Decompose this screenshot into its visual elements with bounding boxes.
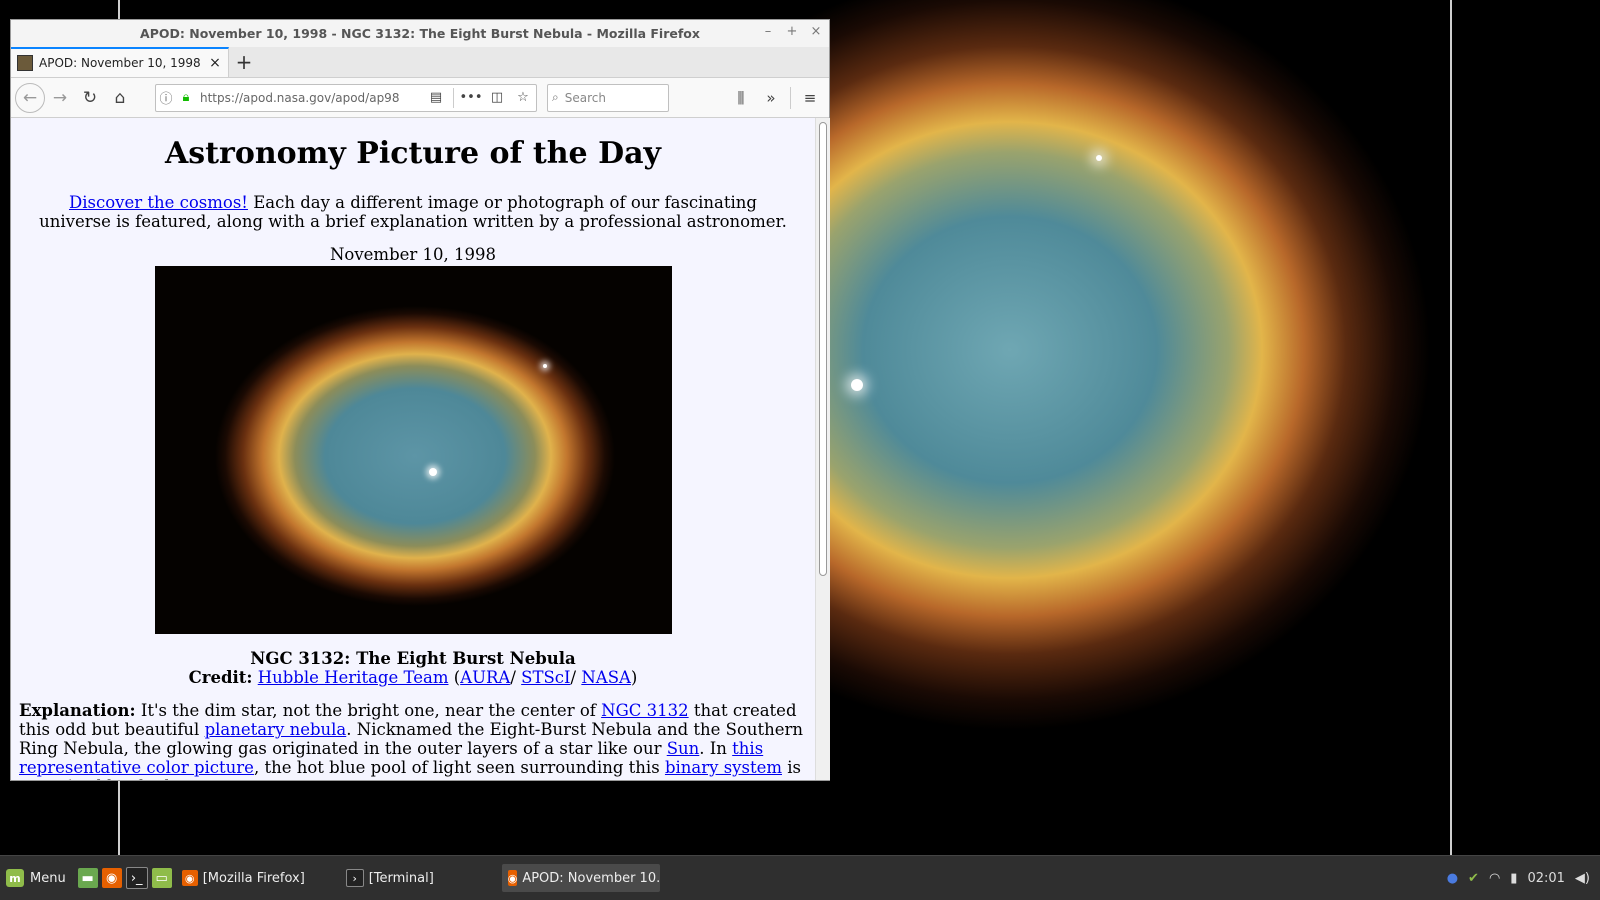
apod-date: November 10, 1998 [329, 245, 497, 264]
apod-favicon-icon [17, 55, 33, 71]
credit-label: Credit: [188, 668, 253, 687]
task-label-firefox: [Mozilla Firefox] [202, 870, 305, 886]
explanation-text-5: , the hot blue pool of light seen surrou… [253, 758, 665, 777]
firefox-launcher-icon[interactable]: ◉ [101, 868, 122, 888]
tab-apod[interactable]: APOD: November 10, 1998 - N × [11, 47, 229, 77]
library-icon[interactable]: ⫼ [726, 83, 756, 113]
credit-link-aura[interactable]: AURA [460, 668, 510, 687]
credit-open-paren: ( [448, 668, 461, 687]
firefox-task-icon: ◉ [181, 870, 198, 886]
overflow-chevron-icon[interactable]: » [756, 83, 786, 113]
explanation-paragraph: Explanation: It's the dim star, not the … [19, 701, 807, 780]
files-launcher-icon[interactable]: ▭ [151, 868, 172, 888]
tab-title: APOD: November 10, 1998 - N [39, 56, 204, 70]
image-small-star [542, 364, 547, 368]
credit-link-hubble[interactable]: Hubble Heritage Team [258, 668, 449, 687]
credit-close-paren: ) [630, 668, 638, 687]
wallpaper-divider-right [1450, 0, 1452, 873]
explanation-text-1: It's the dim star, not the bright one, n… [135, 701, 602, 720]
firefox-window: APOD: November 10, 1998 - NGC 3132: The … [10, 19, 830, 781]
wallpaper-small-star [1096, 155, 1102, 161]
forward-arrow-icon[interactable]: → [45, 83, 75, 113]
page-heading: Astronomy Picture of the Day [165, 136, 661, 171]
ngc3132-link[interactable]: NGC 3132 [601, 701, 688, 720]
wifi-icon[interactable]: ◠ [1489, 871, 1500, 886]
navigation-toolbar: ← → ↻ ⌂ ⓘ 🔒︎ https://apod.nasa.gov/apod/… [11, 78, 829, 118]
clock[interactable]: 02:01 [1527, 871, 1564, 886]
back-arrow-icon[interactable]: ← [15, 82, 45, 113]
credit-separator-1: / [510, 668, 522, 687]
volume-icon[interactable]: ◀) [1575, 871, 1590, 886]
more-actions-icon[interactable]: ••• [458, 90, 484, 105]
window-title: APOD: November 10, 1998 - NGC 3132: The … [140, 26, 700, 41]
nasa-tray-icon[interactable]: ● [1447, 871, 1458, 886]
credit-link-nasa[interactable]: NASA [581, 668, 631, 687]
discover-cosmos-link[interactable]: Discover the cosmos! [69, 193, 248, 212]
url-separator [453, 87, 454, 108]
maximize-button[interactable]: + [785, 24, 799, 40]
reload-icon[interactable]: ↻ [75, 83, 105, 113]
taskbar-task-terminal[interactable]: › [Terminal] [340, 864, 498, 892]
new-tab-button[interactable]: + [229, 47, 259, 77]
bookmark-star-icon[interactable]: ☆ [510, 90, 536, 105]
window-controls: – + × [761, 24, 823, 40]
image-title: NGC 3132: The Eight Burst Nebula [250, 649, 576, 668]
tab-close-icon[interactable]: × [208, 55, 222, 71]
nebula-image[interactable] [154, 266, 672, 634]
binary-system-link[interactable]: binary system [665, 758, 782, 777]
taskbar-task-apod[interactable]: ◉ APOD: November 10... [501, 864, 660, 892]
explanation-label: Explanation: [19, 701, 136, 720]
task-label-terminal: [Terminal] [368, 870, 434, 886]
mint-logo-icon: m [6, 869, 24, 887]
window-titlebar[interactable]: APOD: November 10, 1998 - NGC 3132: The … [11, 20, 829, 47]
start-menu-button[interactable]: m Menu [0, 856, 72, 900]
terminal-launcher-icon[interactable]: ›_ [125, 867, 148, 889]
home-icon[interactable]: ⌂ [105, 83, 135, 113]
lock-icon[interactable]: 🔒︎ [176, 90, 196, 105]
taskbar-task-firefox[interactable]: ◉ [Mozilla Firefox] [176, 864, 336, 892]
page-content[interactable]: Astronomy Picture of the Day Discover th… [11, 118, 815, 780]
search-icon: ⌕ [552, 90, 559, 104]
show-desktop-icon[interactable]: ▬ [77, 868, 98, 888]
url-text[interactable]: https://apod.nasa.gov/apod/ap98 [196, 91, 423, 105]
image-caption: NGC 3132: The Eight Burst Nebula Credit:… [11, 649, 815, 687]
toolbar-right: ⫼ » ≡ [726, 83, 825, 113]
pocket-icon[interactable]: ◫ [484, 90, 510, 105]
close-window-button[interactable]: × [809, 24, 823, 40]
quick-launch: ▬ ◉ ›_ ▭ [77, 867, 172, 889]
central-star [428, 468, 437, 476]
taskbar: m Menu ▬ ◉ ›_ ▭ ◉ [Mozilla Firefox] › [T… [0, 855, 1600, 900]
battery-icon[interactable]: ▮ [1510, 871, 1517, 886]
minimize-button[interactable]: – [761, 24, 775, 40]
info-icon[interactable]: ⓘ [156, 88, 176, 107]
menu-label: Menu [30, 870, 66, 886]
reader-view-icon[interactable]: ▤ [423, 90, 449, 105]
wallpaper-bright-star [851, 379, 863, 391]
url-bar[interactable]: ⓘ 🔒︎ https://apod.nasa.gov/apod/ap98 ▤ •… [155, 83, 537, 112]
credit-link-stsci[interactable]: STScI [521, 668, 570, 687]
credit-separator-2: / [570, 668, 582, 687]
intro-paragraph: Discover the cosmos! Each day a differen… [31, 193, 795, 231]
scrollbar-thumb[interactable] [819, 122, 827, 576]
system-tray: ● ✔ ◠ ▮ 02:01 ◀) [1447, 871, 1600, 886]
search-placeholder: Search [564, 90, 606, 105]
task-label-apod: APOD: November 10... [522, 870, 660, 886]
planetary-nebula-link[interactable]: planetary nebula [205, 720, 347, 739]
explanation-text-4: . In [699, 739, 733, 758]
shield-update-icon[interactable]: ✔ [1468, 871, 1479, 886]
page-scrollbar[interactable] [815, 118, 830, 780]
sun-link[interactable]: Sun [667, 739, 700, 758]
apod-task-icon: ◉ [507, 870, 518, 886]
terminal-task-icon: › [345, 869, 364, 887]
tab-strip: APOD: November 10, 1998 - N × + [11, 47, 829, 78]
search-box[interactable]: ⌕ Search [547, 83, 669, 112]
toolbar-divider [790, 86, 791, 109]
hamburger-menu-icon[interactable]: ≡ [795, 83, 825, 113]
